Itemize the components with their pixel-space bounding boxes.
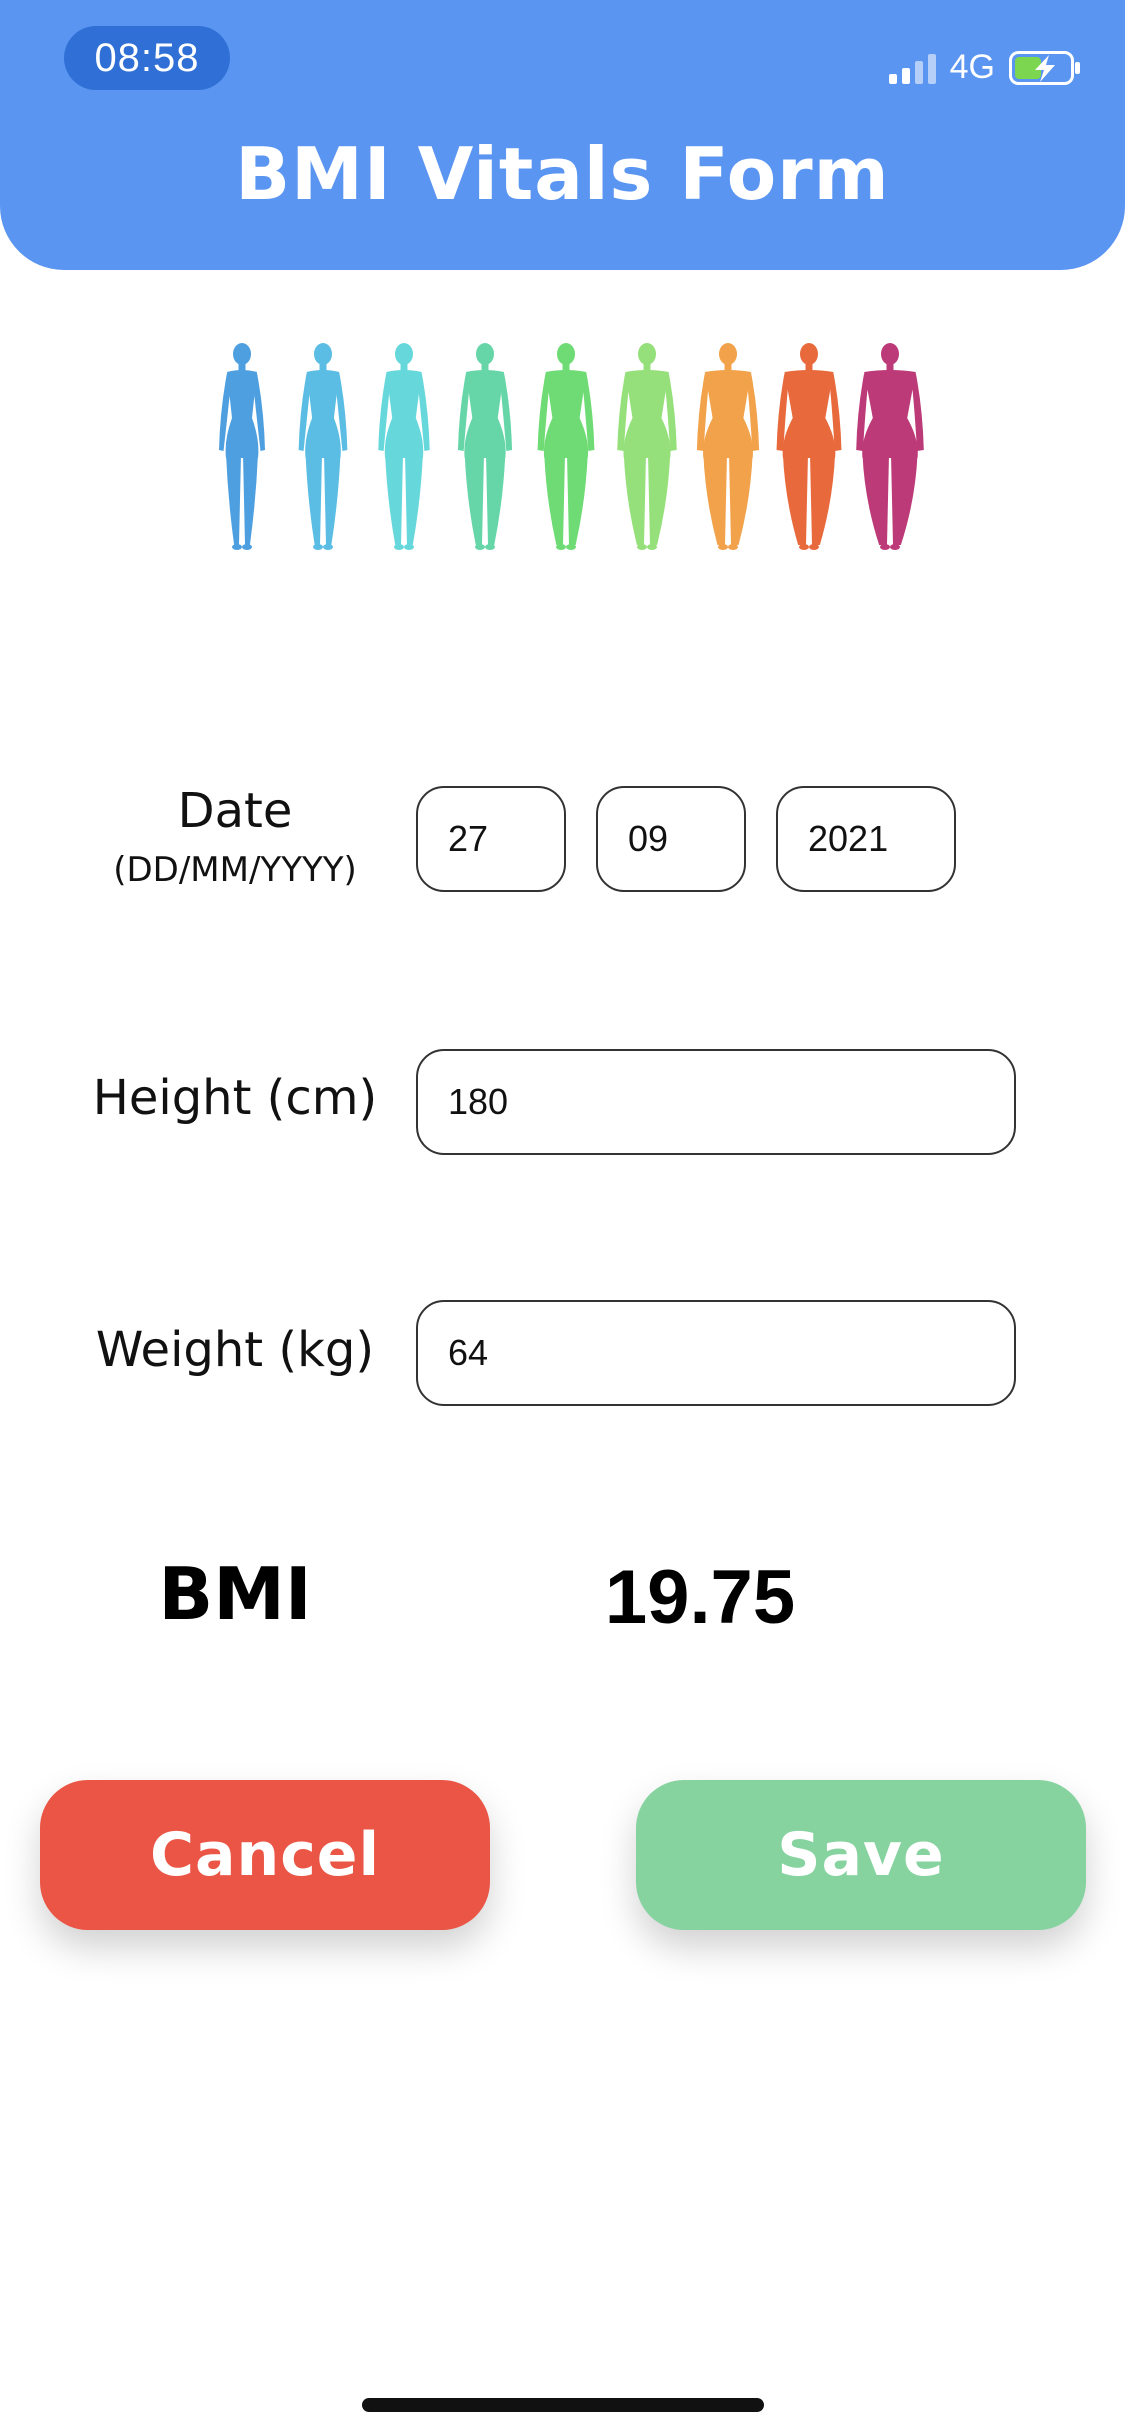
signal-icon (888, 52, 936, 84)
body-figure-icon (617, 343, 677, 550)
height-input[interactable]: 180 (416, 1049, 1016, 1155)
bmi-value: 19.75 (604, 1555, 796, 1640)
home-indicator (362, 2398, 764, 2412)
body-figure-icon (457, 343, 513, 550)
date-day-input[interactable]: 27 (416, 786, 566, 892)
body-figure-icon (378, 343, 430, 550)
body-figure-icon (219, 343, 265, 550)
body-figure-icon (776, 343, 842, 550)
save-button[interactable]: Save (636, 1780, 1086, 1930)
body-figure-icon (696, 343, 760, 550)
network-type: 4G (949, 48, 995, 86)
header-bar: 08:58 4G BMI Vitals Form (0, 0, 1125, 270)
battery-charging-icon (1009, 50, 1081, 85)
cancel-button[interactable]: Cancel (40, 1780, 490, 1930)
body-figure-icon (856, 343, 924, 550)
date-format-hint: (DD/MM/YYYY) (113, 850, 357, 890)
body-figure-icon (537, 343, 595, 550)
body-figure-icon (298, 343, 348, 550)
date-month-input[interactable]: 09 (596, 786, 746, 892)
status-time: 08:58 (64, 26, 230, 90)
date-year-input[interactable]: 2021 (776, 786, 956, 892)
date-label: Date (177, 783, 293, 839)
bmi-form-screen: 08:58 4G BMI Vitals Form Date (DD/MM/YYY… (0, 0, 1125, 2436)
weight-input[interactable]: 64 (416, 1300, 1016, 1406)
bmi-label: BMI (158, 1552, 312, 1636)
weight-label: Weight (kg) (95, 1322, 375, 1378)
body-shapes-illustration (200, 340, 930, 560)
page-title: BMI Vitals Form (235, 132, 890, 216)
status-icons: 4G (888, 48, 1081, 87)
height-label: Height (cm) (92, 1070, 378, 1126)
